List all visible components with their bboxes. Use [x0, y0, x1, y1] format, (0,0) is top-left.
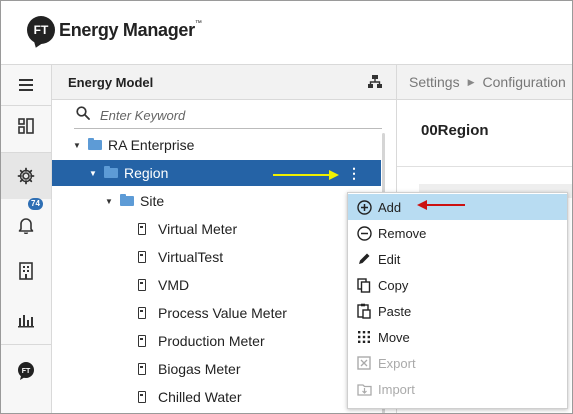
search-box: [76, 105, 376, 125]
left-nav-rail: 74 FT: [1, 65, 52, 413]
expand-caret-icon[interactable]: ▼: [72, 141, 82, 150]
menu-item-move[interactable]: Move: [348, 324, 567, 350]
expand-caret-icon[interactable]: ▼: [88, 169, 98, 178]
meter-icon: [138, 251, 146, 263]
content-divider: [397, 166, 572, 167]
tree-node-meter[interactable]: VMD: [52, 272, 381, 298]
menu-item-label: Import: [378, 381, 415, 397]
tree-node-meter[interactable]: Biogas Meter: [52, 356, 381, 382]
menu-item-label: Add: [378, 199, 402, 215]
meter-icon: [138, 335, 146, 347]
tree-node-label: Site: [140, 193, 165, 209]
menu-item-label: Copy: [378, 277, 409, 293]
breadcrumb-item-configuration[interactable]: Configuration: [483, 74, 566, 90]
annotation-arrow-red-icon: [417, 200, 465, 210]
chevron-right-icon: ▶: [467, 76, 475, 87]
plus-circle-icon: [356, 199, 372, 215]
tree-node-label: Region: [124, 165, 169, 181]
rail-divider: [1, 344, 51, 345]
breadcrumb-item-settings[interactable]: Settings: [409, 74, 460, 90]
tree-node-label: RA Enterprise: [108, 137, 195, 153]
app-logo-text: Energy Manager™: [59, 20, 202, 41]
tree-node-label: VirtualTest: [158, 249, 224, 265]
expand-caret-icon[interactable]: ▼: [104, 197, 114, 206]
tree-node-meter[interactable]: Chilled Water: [52, 384, 381, 410]
panel-header: Energy Model: [52, 65, 396, 100]
app-logo-name: Energy Manager: [59, 19, 195, 40]
tree-node-label: Virtual Meter: [158, 221, 238, 237]
menu-icon[interactable]: [1, 65, 51, 105]
paste-icon: [356, 303, 372, 319]
tree-node-meter[interactable]: Virtual Meter: [52, 216, 381, 242]
menu-item-label: Move: [378, 329, 410, 345]
tree-node-label: VMD: [158, 277, 190, 293]
tree-node-meter[interactable]: VirtualTest: [52, 244, 381, 270]
more-options-icon[interactable]: ⋮: [347, 165, 361, 182]
context-menu: Add Remove Edit Copy Paste Move Export I…: [347, 192, 568, 409]
export-icon: [356, 355, 372, 371]
tree-node-label: Biogas Meter: [158, 361, 241, 377]
meter-icon: [138, 279, 146, 291]
building-icon[interactable]: [1, 251, 51, 291]
menu-item-label: Export: [378, 355, 416, 371]
tree-node-ra-enterprise[interactable]: ▼ RA Enterprise: [52, 132, 381, 158]
tree-node-label: Production Meter: [158, 333, 265, 349]
search-icon: [76, 105, 90, 125]
folder-icon: [88, 138, 102, 150]
top-bar: FT Energy Manager™: [1, 1, 572, 65]
tree-node-site[interactable]: ▼ Site: [52, 188, 381, 214]
notifications-icon[interactable]: 74: [1, 198, 51, 245]
meter-icon: [138, 363, 146, 375]
menu-item-label: Paste: [378, 303, 412, 319]
tree-node-label: Chilled Water: [158, 389, 242, 405]
menu-item-edit[interactable]: Edit: [348, 246, 567, 272]
hierarchy-icon[interactable]: [368, 75, 382, 94]
trademark-mark: ™: [194, 19, 202, 27]
app-window: FT Energy Manager™ 74 FT Energy Model En…: [0, 0, 573, 414]
copy-icon: [356, 277, 372, 293]
dashboard-icon[interactable]: [1, 106, 51, 146]
folder-icon: [120, 194, 134, 206]
notification-count-badge: 74: [28, 198, 43, 210]
search-input[interactable]: [98, 106, 352, 124]
panel-title: Energy Model: [68, 75, 154, 90]
menu-item-import: Import: [348, 376, 567, 402]
menu-item-remove[interactable]: Remove: [348, 220, 567, 246]
menu-item-export: Export: [348, 350, 567, 376]
ft-logo-badge: FT: [27, 16, 55, 44]
tree-node-meter[interactable]: Process Value Meter: [52, 300, 381, 326]
pencil-icon: [356, 251, 372, 267]
svg-text:FT: FT: [22, 368, 31, 375]
meter-icon: [138, 223, 146, 235]
meter-icon: [138, 391, 146, 403]
menu-item-copy[interactable]: Copy: [348, 272, 567, 298]
tree-node-label: Process Value Meter: [158, 305, 287, 321]
energy-model-panel: Energy Model ▼ RA Enterprise ▼ Region ⋮: [52, 65, 397, 413]
reports-icon[interactable]: [1, 301, 51, 341]
menu-item-label: Edit: [378, 251, 401, 267]
folder-icon: [104, 166, 118, 178]
move-icon: [356, 329, 372, 345]
settings-icon[interactable]: [1, 153, 51, 199]
menu-item-label: Remove: [378, 225, 427, 241]
page-title: 00Region: [421, 122, 489, 139]
ft-logo-icon[interactable]: FT: [1, 351, 51, 391]
menu-item-paste[interactable]: Paste: [348, 298, 567, 324]
app-logo[interactable]: FT Energy Manager™: [27, 16, 202, 44]
search-underline: [74, 128, 382, 129]
import-icon: [356, 381, 372, 397]
minus-circle-icon: [356, 225, 372, 241]
annotation-arrow-yellow-icon: [273, 170, 339, 180]
meter-icon: [138, 307, 146, 319]
tree-node-meter[interactable]: Production Meter: [52, 328, 381, 354]
breadcrumb: Settings ▶ Configuration: [397, 65, 572, 100]
